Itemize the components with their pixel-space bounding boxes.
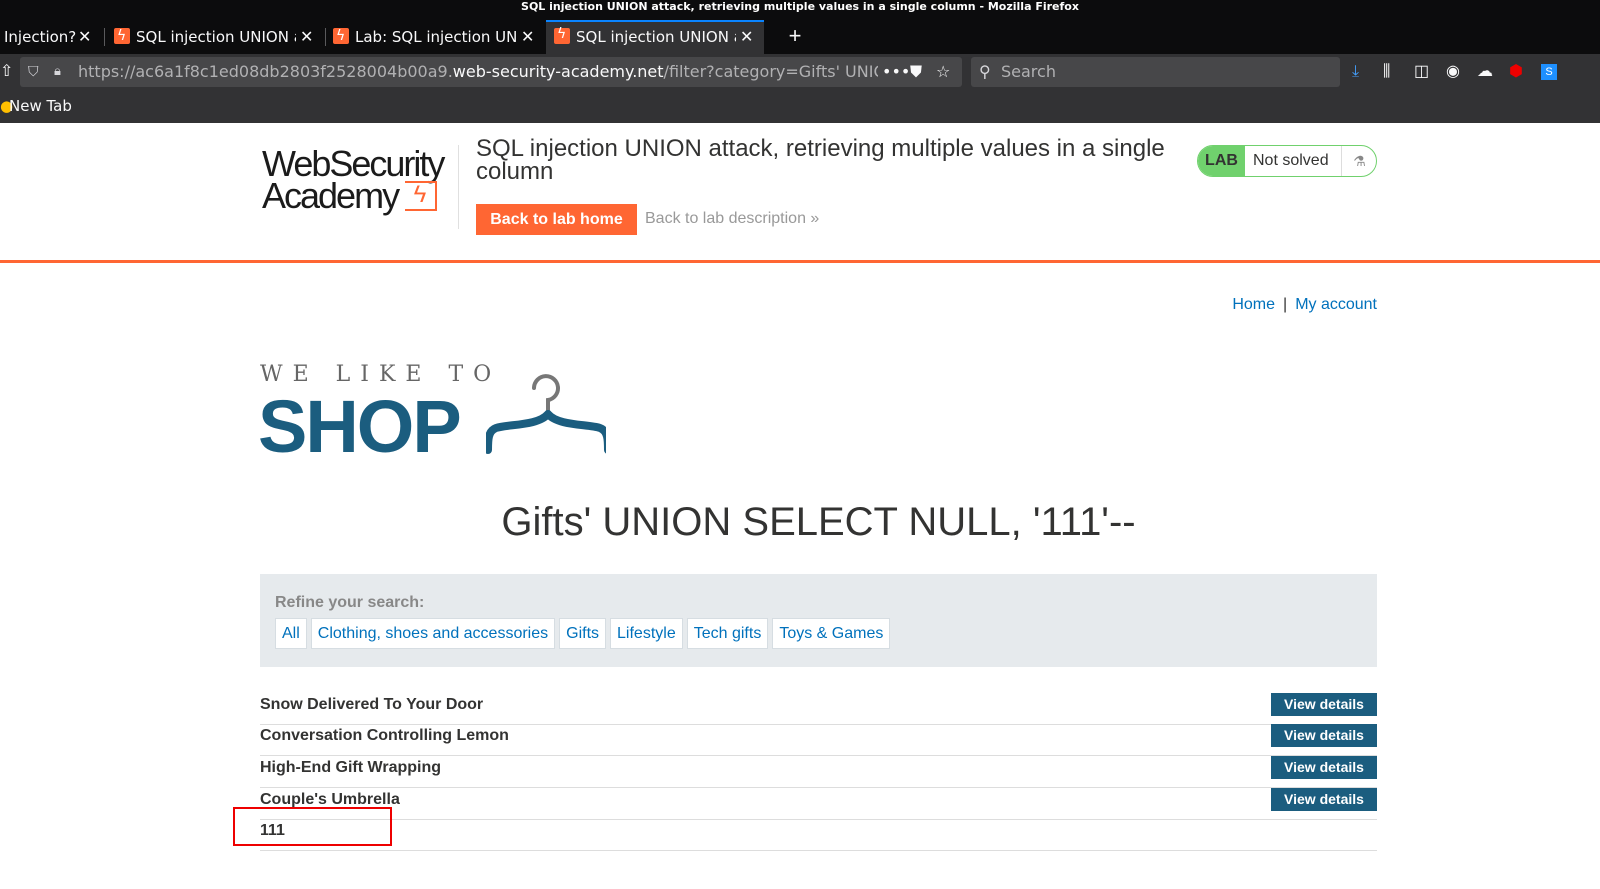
tab-label: Injection?	[4, 28, 77, 46]
shield-icon[interactable]: ⛉	[28, 57, 39, 87]
skype-icon[interactable]: S	[1541, 64, 1557, 80]
nav-bar: ⇧ ⛉ 🔒︎ https://ac6a1f8c1ed08db2803f25280…	[0, 54, 1600, 92]
lab-title: SQL injection UNION attack, retrieving m…	[476, 135, 1165, 185]
tab-separator	[325, 28, 326, 46]
chevron-right-icon: »	[805, 210, 820, 227]
table-row: High-End Gift Wrapping View details	[260, 756, 1377, 788]
tab-separator	[104, 28, 105, 46]
ublock-icon[interactable]: ⬢	[1509, 62, 1523, 82]
view-details-button[interactable]: View details	[1271, 693, 1377, 716]
library-icon[interactable]: ⫼	[1383, 62, 1390, 82]
search-input[interactable]: ⚲ Search	[971, 57, 1340, 87]
nav-separator: |	[1283, 296, 1288, 313]
web-security-academy-logo[interactable]: WebSecurity Academy ϟ	[262, 143, 462, 223]
portswigger-favicon-icon	[333, 20, 349, 53]
back-to-lab-home-button[interactable]: Back to lab home	[476, 204, 637, 235]
table-row: 111	[260, 819, 1377, 851]
table-row: Snow Delivered To Your Door View details	[260, 693, 1377, 725]
search-placeholder: Search	[1001, 62, 1056, 81]
filter-clothing[interactable]: Clothing, shoes and accessories	[310, 618, 556, 649]
filter-toys-games[interactable]: Toys & Games	[772, 618, 891, 649]
tab-label: Lab: SQL injection UNI	[355, 28, 517, 46]
close-icon[interactable]: ✕	[521, 20, 534, 54]
new-tab-button[interactable]: +	[780, 20, 810, 54]
sidebar-icon[interactable]: ◫	[1414, 62, 1429, 82]
lab-status-text: Not solved	[1253, 152, 1329, 169]
tab-label: SQL injection UNION a	[136, 28, 296, 46]
tab-label: SQL injection UNION a	[576, 28, 736, 46]
tab-sqli-union-1[interactable]: SQL injection UNION a ✕	[106, 20, 324, 54]
url-text: https://ac6a1f8c1ed08db2803f2528004b00a9…	[78, 57, 878, 87]
filter-panel: Refine your search: All Clothing, shoes …	[260, 574, 1377, 667]
product-name: Snow Delivered To Your Door	[260, 696, 484, 713]
close-icon[interactable]: ✕	[740, 22, 753, 52]
view-details-button[interactable]: View details	[1271, 756, 1377, 779]
filter-tech-gifts[interactable]: Tech gifts	[686, 618, 769, 649]
hanger-icon	[486, 374, 606, 454]
window-title: SQL injection UNION attack, retrieving m…	[0, 0, 1600, 20]
search-icon: ⚲	[979, 62, 991, 81]
filter-all[interactable]: All	[275, 618, 307, 649]
bookmark-star-icon[interactable]: ☆	[936, 57, 950, 87]
back-to-lab-description-label: Back to lab description	[645, 210, 806, 227]
filter-label: Refine your search:	[275, 594, 425, 611]
close-icon[interactable]: ✕	[300, 20, 313, 54]
url-path: /filter?category=Gifts' UNION SEL	[663, 62, 878, 81]
logo-line-2: Academy	[262, 175, 400, 216]
url-prefix: https://ac6a1f8c1ed08db2803f2528004b00a9…	[78, 62, 453, 81]
tab-injection[interactable]: Injection? ✕	[0, 20, 100, 54]
home-icon[interactable]: ⇧	[0, 62, 13, 82]
pocket-icon[interactable]: ⛊	[910, 57, 922, 87]
extension-icon[interactable]: ☁	[1477, 62, 1493, 82]
annotation-highlight-box	[233, 807, 392, 846]
my-account-link[interactable]: My account	[1295, 296, 1377, 313]
portswigger-favicon-icon	[114, 20, 130, 53]
filter-lifestyle[interactable]: Lifestyle	[610, 618, 683, 649]
lightning-icon: ϟ	[405, 181, 437, 211]
table-row: Couple's Umbrella View details	[260, 788, 1377, 820]
close-icon[interactable]: ✕	[78, 20, 91, 54]
view-details-button[interactable]: View details	[1271, 724, 1377, 747]
tab-sqli-union-active[interactable]: SQL injection UNION a ✕	[546, 20, 764, 54]
lab-status-widget: LAB Not solved ⚗	[1197, 145, 1377, 177]
filter-list: All Clothing, shoes and accessories Gift…	[275, 618, 891, 649]
site-nav: Home | My account	[1232, 296, 1377, 314]
shop-logo: WE LIKE TO SHOP	[258, 362, 618, 468]
url-bar[interactable]: ⛉ 🔒︎ https://ac6a1f8c1ed08db2803f2528004…	[20, 57, 962, 87]
lock-icon[interactable]: 🔒︎	[54, 57, 61, 87]
lab-header: WebSecurity Academy ϟ SQL injection UNIO…	[0, 123, 1600, 263]
tab-lab-sqli[interactable]: Lab: SQL injection UNI ✕	[327, 20, 545, 54]
page-actions-icon[interactable]: •••	[882, 57, 910, 87]
shop-logo-word: SHOP	[258, 385, 462, 468]
download-icon[interactable]: ⤓	[1352, 62, 1359, 82]
product-name: High-End Gift Wrapping	[260, 759, 442, 776]
bookmark-new-tab[interactable]: New Tab	[9, 92, 72, 121]
table-row: Conversation Controlling Lemon View deta…	[260, 724, 1377, 756]
portswigger-favicon-icon	[554, 22, 570, 49]
url-domain: web-security-academy.net	[452, 62, 664, 81]
flask-icon: ⚗	[1341, 146, 1376, 176]
header-divider	[458, 145, 459, 229]
bookmarks-bar: ● New Tab	[0, 92, 1600, 123]
account-icon[interactable]: ◉	[1446, 62, 1460, 82]
category-heading: Gifts' UNION SELECT NULL, '111'--	[501, 500, 1136, 544]
filter-gifts[interactable]: Gifts	[559, 618, 607, 649]
home-link[interactable]: Home	[1232, 296, 1275, 313]
back-to-lab-description-link[interactable]: Back to lab description »	[645, 210, 819, 228]
view-details-button[interactable]: View details	[1271, 788, 1377, 811]
lab-badge: LAB	[1198, 146, 1245, 176]
product-name: Conversation Controlling Lemon	[260, 727, 509, 744]
